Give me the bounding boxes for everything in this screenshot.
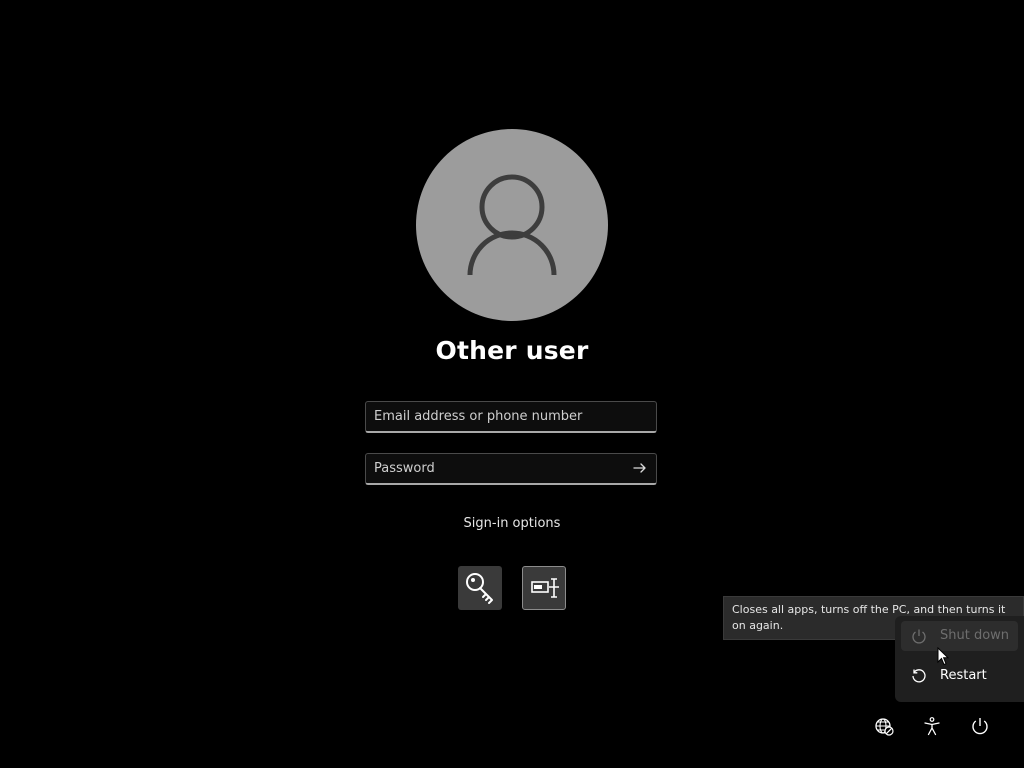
mouse-cursor-icon xyxy=(937,647,949,666)
key-icon xyxy=(466,573,493,604)
email-field[interactable] xyxy=(366,402,624,430)
power-button-icon[interactable] xyxy=(970,716,990,736)
email-field-container xyxy=(365,401,657,433)
user-name: Other user xyxy=(435,336,589,365)
shutdown-menu-item[interactable]: Shut down xyxy=(901,621,1018,651)
restart-menu-item[interactable]: Restart xyxy=(901,661,1018,691)
password-field[interactable] xyxy=(366,454,624,482)
user-avatar xyxy=(416,129,608,321)
password-signin-option-button[interactable] xyxy=(458,566,502,610)
password-field-container xyxy=(365,453,657,485)
power-menu: Shut down Restart xyxy=(895,616,1024,702)
person-icon xyxy=(467,174,557,276)
submit-arrow-icon[interactable] xyxy=(632,460,648,476)
security-key-icon xyxy=(531,578,559,598)
restart-label: Restart xyxy=(940,668,987,683)
shutdown-label: Shut down xyxy=(940,628,1010,643)
restart-icon xyxy=(912,669,926,683)
power-icon xyxy=(912,629,926,644)
security-key-signin-option-button[interactable] xyxy=(522,566,566,610)
lock-screen: Other user Sign-in options Closes all ap… xyxy=(0,0,1024,768)
network-icon[interactable] xyxy=(874,716,894,736)
accessibility-icon[interactable] xyxy=(922,716,942,736)
signin-options-link[interactable]: Sign-in options xyxy=(412,516,612,531)
